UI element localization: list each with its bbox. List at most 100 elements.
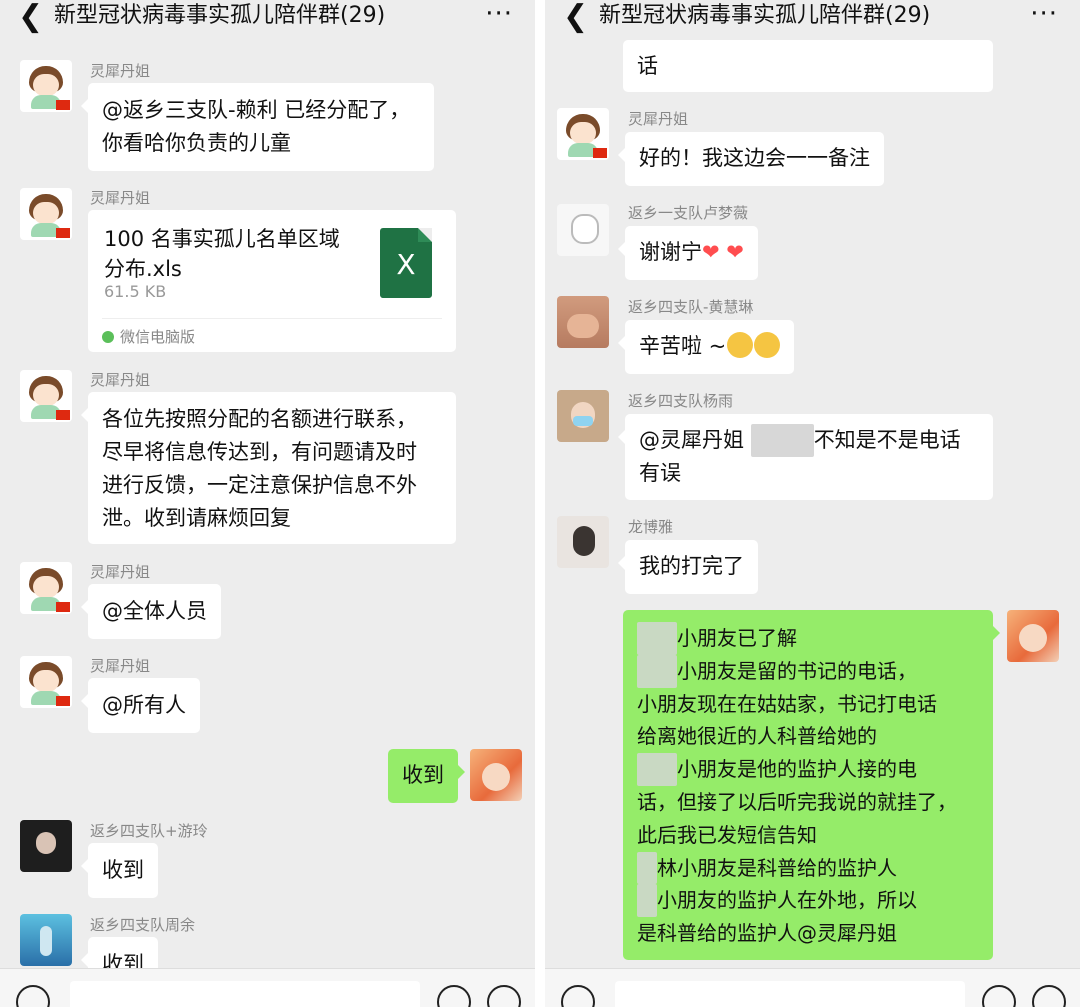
file-message-card[interactable]: 100 名事实孤儿名单区域 分布.xls 61.5 KB X 微信电脑版 xyxy=(88,210,456,352)
message-text: 某小朋友的监护人在外地，所以 xyxy=(637,884,979,918)
message-bubble[interactable]: @所有人 xyxy=(81,678,200,733)
avatar[interactable] xyxy=(557,204,609,256)
sender-name: 返乡一支队卢梦薇 xyxy=(628,204,749,222)
sender-name: 灵犀丹姐 xyxy=(90,371,151,389)
redacted-text: 某某某 xyxy=(750,424,814,457)
file-name: 100 名事实孤儿名单区域 分布.xls xyxy=(104,227,340,281)
avatar[interactable] xyxy=(20,60,72,112)
message-bubble[interactable]: @灵犀丹姐 某某某不知是不是电话 有误 xyxy=(618,414,993,500)
message-bubble[interactable]: 好的！我这边会一一备注 xyxy=(618,132,884,186)
avatar[interactable] xyxy=(557,390,609,442)
plus-icon[interactable] xyxy=(487,985,521,1007)
avatar[interactable] xyxy=(557,516,609,568)
message-text: 收到 xyxy=(102,858,144,882)
message-bubble[interactable]: 各位先按照分配的名额进行联系， 尽早将信息传达到，有问题请及时 进行反馈，一定注… xyxy=(81,392,456,544)
thinking-emoji-icon xyxy=(754,332,781,358)
redacted-text: 某某 xyxy=(637,654,677,688)
thinking-emoji-icon xyxy=(727,332,754,358)
voice-icon[interactable] xyxy=(561,985,595,1007)
message-text: 辛苦啦 ~ xyxy=(639,330,781,363)
sender-name: 返乡四支队周余 xyxy=(90,916,196,934)
message-text: @所有人 xyxy=(102,693,186,717)
message-text: 话，但接了以后听完我说的就挂了， xyxy=(637,789,957,814)
message-text: 小朋友现在在姑姑家，书记打电话 xyxy=(637,691,937,716)
message-text: @灵犀丹姐 某某某不知是不是电话 xyxy=(639,424,979,457)
more-dots-icon[interactable]: ··· xyxy=(485,0,513,28)
avatar[interactable] xyxy=(20,656,72,708)
message-text: 泄。收到请麻烦回复 xyxy=(102,506,291,530)
message-text: 某某小朋友是他的监护人接的电 xyxy=(637,753,979,786)
redacted-text: 某某 xyxy=(637,753,677,786)
message-text: 谢谢宁❤ ❤ xyxy=(639,240,744,264)
chevron-left-icon[interactable]: ❮ xyxy=(18,2,43,32)
avatar[interactable] xyxy=(20,914,72,966)
chat-title: 新型冠状病毒事实孤儿陪伴群(29) xyxy=(599,3,931,28)
wechat-icon xyxy=(102,331,114,343)
avatar[interactable] xyxy=(20,820,72,872)
message-text: 给离她很近的人科普给她的 xyxy=(637,724,877,749)
divider xyxy=(102,318,442,319)
message-text: @返乡三支队-赖利 已经分配了， xyxy=(102,98,411,122)
message-text: 你看哈你负责的儿童 xyxy=(102,131,291,155)
message-text: 收到 xyxy=(402,763,444,787)
excel-file-icon: X xyxy=(380,228,432,298)
emoji-icon[interactable] xyxy=(437,985,471,1007)
self-message-bubble[interactable]: 收到 xyxy=(388,749,465,803)
avatar[interactable] xyxy=(557,296,609,348)
sender-name: 灵犀丹姐 xyxy=(628,110,689,128)
message-text: 某某小朋友已了解 xyxy=(637,622,979,655)
heart-emoji-icon: ❤ ❤ xyxy=(702,240,744,264)
message-bubble[interactable]: 收到 xyxy=(81,843,158,898)
screenshot-collage: ❮ 新型冠状病毒事实孤儿陪伴群(29) ··· 灵犀丹姐 @返乡三支队-赖利 已… xyxy=(0,0,1080,1007)
emoji-icon[interactable] xyxy=(982,985,1016,1007)
avatar[interactable] xyxy=(557,108,609,160)
message-text: 话 xyxy=(637,54,658,78)
message-input[interactable] xyxy=(615,981,965,1007)
chat-title: 新型冠状病毒事实孤儿陪伴群(29) xyxy=(54,3,386,28)
plus-icon[interactable] xyxy=(1032,985,1066,1007)
message-text: 此后我已发短信告知 xyxy=(637,822,817,847)
sender-name: 灵犀丹姐 xyxy=(90,563,151,581)
message-bubble[interactable]: 谢谢宁❤ ❤ xyxy=(618,226,758,280)
redacted-text: 某 xyxy=(637,851,657,885)
self-avatar[interactable] xyxy=(470,749,522,801)
input-toolbar xyxy=(545,968,1080,1007)
message-text: 是科普给的监护人@灵犀丹姐 xyxy=(637,921,897,946)
redacted-text: 某某 xyxy=(637,622,677,655)
self-avatar[interactable] xyxy=(1007,610,1059,662)
message-text: @全体人员 xyxy=(102,599,207,623)
message-bubble[interactable]: @全体人员 xyxy=(81,584,221,639)
sender-name: 灵犀丹姐 xyxy=(90,189,151,207)
avatar[interactable] xyxy=(20,188,72,240)
sender-name: 灵犀丹姐 xyxy=(90,62,151,80)
file-source: 微信电脑版 xyxy=(102,326,195,347)
sender-name: 返乡四支队杨雨 xyxy=(628,392,734,410)
sender-name: 返乡四支队+游玲 xyxy=(90,822,208,840)
chat-header: ❮ 新型冠状病毒事实孤儿陪伴群(29) ··· xyxy=(545,0,1080,36)
redacted-text: 某 xyxy=(637,884,657,918)
file-size: 61.5 KB xyxy=(104,282,167,301)
chat-header: ❮ 新型冠状病毒事实孤儿陪伴群(29) ··· xyxy=(0,0,535,36)
chevron-left-icon[interactable]: ❮ xyxy=(563,2,588,32)
more-dots-icon[interactable]: ··· xyxy=(1030,0,1058,28)
avatar[interactable] xyxy=(20,562,72,614)
message-bubble[interactable]: 辛苦啦 ~ xyxy=(617,320,795,374)
chat-screen-right: ❮ 新型冠状病毒事实孤儿陪伴群(29) ··· 话 灵犀丹姐 好的！我这边会一一… xyxy=(545,0,1080,1007)
message-input[interactable] xyxy=(70,981,420,1007)
avatar[interactable] xyxy=(20,370,72,422)
sender-name: 龙博雅 xyxy=(628,518,674,536)
message-text: 尽早将信息传达到，有问题请及时 xyxy=(102,440,417,464)
message-text: 某林小朋友是科普给的监护人 xyxy=(637,851,979,885)
message-text: 某某小朋友是留的书记的电话， xyxy=(637,654,979,688)
input-toolbar xyxy=(0,968,535,1007)
sender-name: 返乡四支队-黄慧琳 xyxy=(628,298,754,316)
message-text: 进行反馈，一定注意保护信息不外 xyxy=(102,473,417,497)
chat-screen-left: ❮ 新型冠状病毒事实孤儿陪伴群(29) ··· 灵犀丹姐 @返乡三支队-赖利 已… xyxy=(0,0,535,1007)
message-text: 各位先按照分配的名额进行联系， xyxy=(102,407,417,431)
message-bubble[interactable]: 话 xyxy=(623,40,993,92)
self-message-bubble[interactable]: 某某小朋友已了解 某某小朋友是留的书记的电话， 小朋友现在在姑姑家，书记打电话 … xyxy=(623,610,1000,960)
sender-name: 灵犀丹姐 xyxy=(90,657,151,675)
voice-icon[interactable] xyxy=(16,985,50,1007)
message-bubble[interactable]: 我的打完了 xyxy=(618,540,758,594)
message-bubble[interactable]: @返乡三支队-赖利 已经分配了， 你看哈你负责的儿童 xyxy=(81,83,434,171)
